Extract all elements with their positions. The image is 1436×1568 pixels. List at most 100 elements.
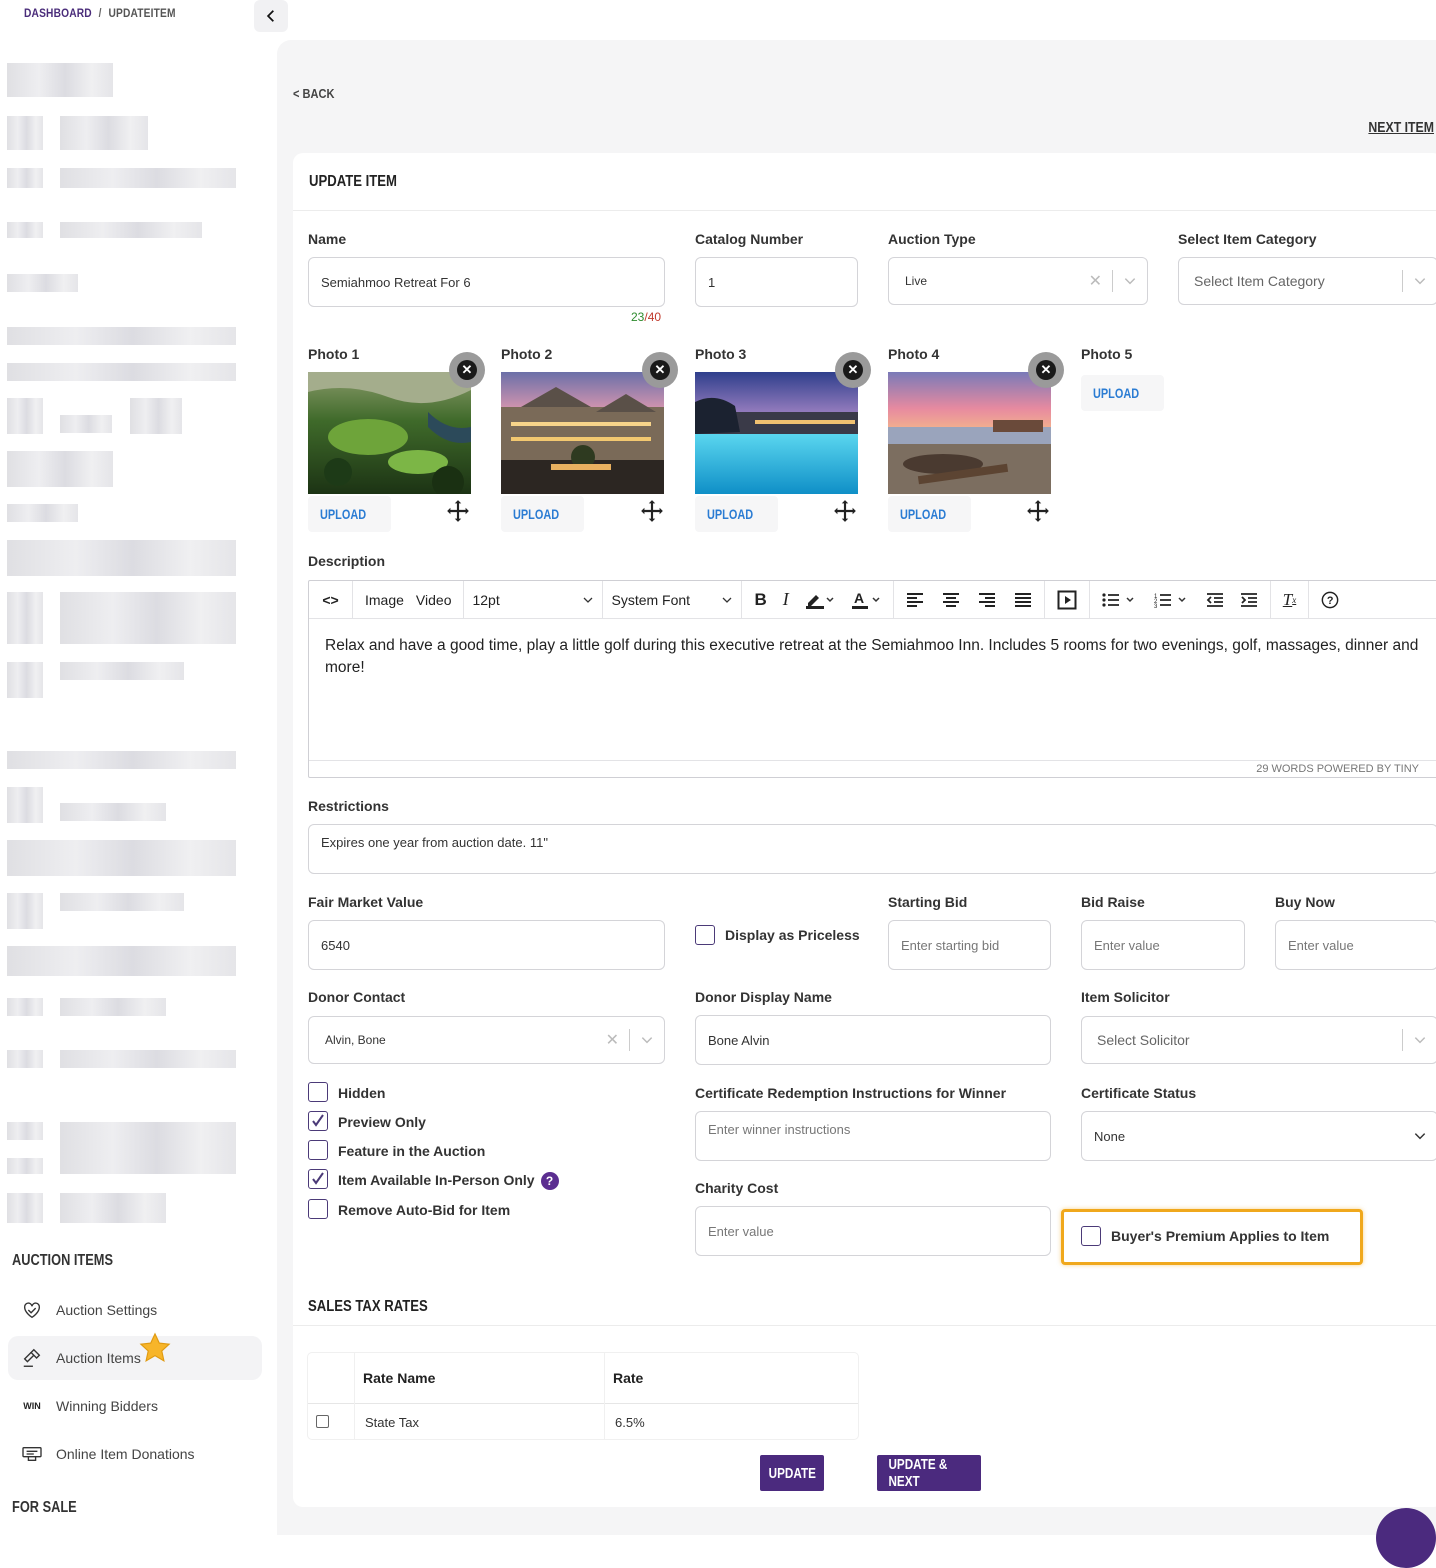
photo-2-image — [501, 372, 664, 494]
sidebar-item-online-donations[interactable]: Online Item Donations — [8, 1432, 262, 1476]
priceless-checkbox[interactable] — [695, 925, 715, 945]
feature-checkbox[interactable] — [308, 1140, 328, 1160]
editor-toolbar: <> Image Video 12pt System Font B I A 1 … — [309, 581, 1436, 619]
gavel-icon — [20, 1346, 44, 1370]
numbered-list-icon[interactable]: 123 — [1148, 581, 1196, 618]
buyers-premium-label: Buyer's Premium Applies to Item — [1111, 1228, 1330, 1244]
remove-photo-4-button[interactable]: ✕ — [1028, 352, 1064, 388]
donor-contact-value: Alvin, Bone — [325, 1033, 386, 1047]
donor-contact-select[interactable]: Alvin, Bone ✕ — [308, 1016, 665, 1064]
restrictions-label: Restrictions — [308, 798, 389, 814]
cert-instructions-textarea[interactable]: Enter winner instructions — [695, 1111, 1051, 1161]
remove-photo-1-button[interactable]: ✕ — [449, 352, 485, 388]
text-color-icon[interactable]: A — [845, 581, 887, 618]
chevron-down-icon[interactable] — [640, 1033, 654, 1047]
breadcrumb-dashboard[interactable]: DASHBOARD — [24, 6, 92, 20]
section-auction-items: AUCTION ITEMS — [12, 1252, 113, 1269]
close-icon: ✕ — [843, 360, 863, 380]
sidebar-item-label: Winning Bidders — [56, 1398, 158, 1414]
clear-format-icon[interactable]: Tx — [1277, 581, 1302, 618]
donor-display-name-input[interactable]: Bone Alvin — [695, 1015, 1051, 1065]
code-icon: <> — [322, 591, 339, 608]
bullet-list-icon[interactable] — [1096, 581, 1144, 618]
help-icon[interactable]: ? — [1315, 581, 1345, 618]
solicitor-placeholder: Select Solicitor — [1097, 1032, 1190, 1048]
charity-cost-input[interactable]: Enter value — [695, 1206, 1051, 1256]
update-button[interactable]: UPDATE — [760, 1455, 824, 1491]
state-tax-checkbox[interactable] — [316, 1415, 329, 1428]
photo-2-upload-button[interactable]: UPLOAD — [501, 496, 585, 532]
auction-type-label: Auction Type — [888, 231, 976, 247]
remove-autobid-label: Remove Auto-Bid for Item — [338, 1202, 511, 1218]
remove-photo-3-button[interactable]: ✕ — [835, 352, 871, 388]
sidebar-item-auction-items[interactable]: Auction Items — [8, 1336, 262, 1380]
starting-bid-input[interactable]: Enter starting bid — [888, 920, 1051, 970]
donor-contact-label: Donor Contact — [308, 989, 406, 1005]
media-icon[interactable] — [1051, 581, 1083, 618]
svg-text:?: ? — [1327, 595, 1334, 607]
collapse-sidebar-button[interactable] — [254, 0, 288, 32]
description-content[interactable]: Relax and have a good time, play a littl… — [325, 635, 1421, 679]
highlight-icon[interactable] — [799, 581, 841, 618]
chat-launcher-button[interactable] — [1376, 1508, 1436, 1568]
catalog-label: Catalog Number — [695, 231, 804, 247]
align-justify-icon[interactable] — [1008, 581, 1038, 618]
hidden-checkbox[interactable] — [308, 1082, 328, 1102]
clear-icon[interactable]: ✕ — [1089, 271, 1102, 291]
back-link[interactable]: < BACK — [293, 86, 334, 101]
breadcrumb: DASHBOARD / UPDATEITEM — [24, 6, 176, 20]
move-icon[interactable] — [1025, 498, 1051, 524]
fmv-label: Fair Market Value — [308, 894, 424, 910]
preview-only-checkbox[interactable] — [308, 1111, 328, 1131]
update-next-button[interactable]: UPDATE & NEXT — [877, 1455, 981, 1491]
fair-market-value-input[interactable]: 6540 — [308, 920, 665, 970]
remove-autobid-checkbox[interactable] — [308, 1199, 328, 1219]
image-button[interactable]: Image — [359, 581, 410, 618]
restrictions-textarea[interactable]: Expires one year from auction date. 11" — [308, 824, 1436, 874]
photo-3-upload-button[interactable]: UPLOAD — [695, 496, 779, 532]
rate-cell: 6.5% — [615, 1415, 645, 1430]
sales-tax-table: Rate Name Rate State Tax 6.5% — [308, 1353, 858, 1439]
move-icon[interactable] — [832, 498, 858, 524]
chevron-down-icon[interactable] — [1413, 274, 1427, 288]
photo-1-upload-button[interactable]: UPLOAD — [308, 496, 392, 532]
question-icon[interactable]: ? — [540, 1172, 559, 1191]
item-category-select[interactable]: Select Item Category — [1178, 257, 1436, 305]
bid-raise-input[interactable]: Enter value — [1081, 920, 1245, 970]
item-solicitor-select[interactable]: Select Solicitor — [1081, 1016, 1436, 1064]
font-family-select[interactable]: System Font — [603, 581, 741, 618]
next-item-link[interactable]: NEXT ITEM — [1368, 119, 1434, 136]
sidebar-item-winning-bidders[interactable]: WIN Winning Bidders — [8, 1384, 262, 1428]
photo-3-image — [695, 372, 858, 494]
star-icon — [139, 1332, 171, 1363]
photo-5-upload-button[interactable]: UPLOAD — [1081, 375, 1165, 411]
font-size-select[interactable]: 12pt — [464, 581, 602, 618]
auction-type-select[interactable]: Live ✕ — [888, 257, 1148, 305]
align-left-icon[interactable] — [900, 581, 930, 618]
photo-4-upload-button[interactable]: UPLOAD — [888, 496, 972, 532]
clear-icon[interactable]: ✕ — [606, 1030, 619, 1050]
move-icon[interactable] — [639, 498, 665, 524]
move-icon[interactable] — [445, 498, 471, 524]
source-code-button[interactable]: <> — [309, 581, 353, 618]
cert-status-select[interactable]: None — [1081, 1111, 1436, 1161]
buyers-premium-checkbox[interactable] — [1081, 1226, 1101, 1246]
chevron-down-icon[interactable] — [1413, 1033, 1427, 1047]
italic-icon[interactable]: I — [777, 581, 795, 618]
catalog-number-input[interactable]: 1 — [695, 257, 858, 307]
align-center-icon[interactable] — [936, 581, 966, 618]
sidebar-item-label: Auction Items — [56, 1350, 141, 1366]
chevron-down-icon[interactable] — [1123, 274, 1137, 288]
video-button[interactable]: Video — [410, 581, 458, 618]
font-size-value: 12pt — [472, 591, 500, 608]
sidebar-item-auction-settings[interactable]: Auction Settings — [8, 1288, 262, 1332]
indent-icon[interactable] — [1234, 581, 1264, 618]
name-input[interactable]: Semiahmoo Retreat For 6 — [308, 257, 665, 307]
in-person-only-checkbox[interactable] — [308, 1169, 328, 1189]
align-right-icon[interactable] — [972, 581, 1002, 618]
outdent-icon[interactable] — [1200, 581, 1230, 618]
buy-now-input[interactable]: Enter value — [1275, 920, 1436, 970]
remove-photo-2-button[interactable]: ✕ — [642, 352, 678, 388]
bold-icon[interactable]: B — [748, 581, 772, 618]
feature-label: Feature in the Auction — [338, 1143, 486, 1159]
